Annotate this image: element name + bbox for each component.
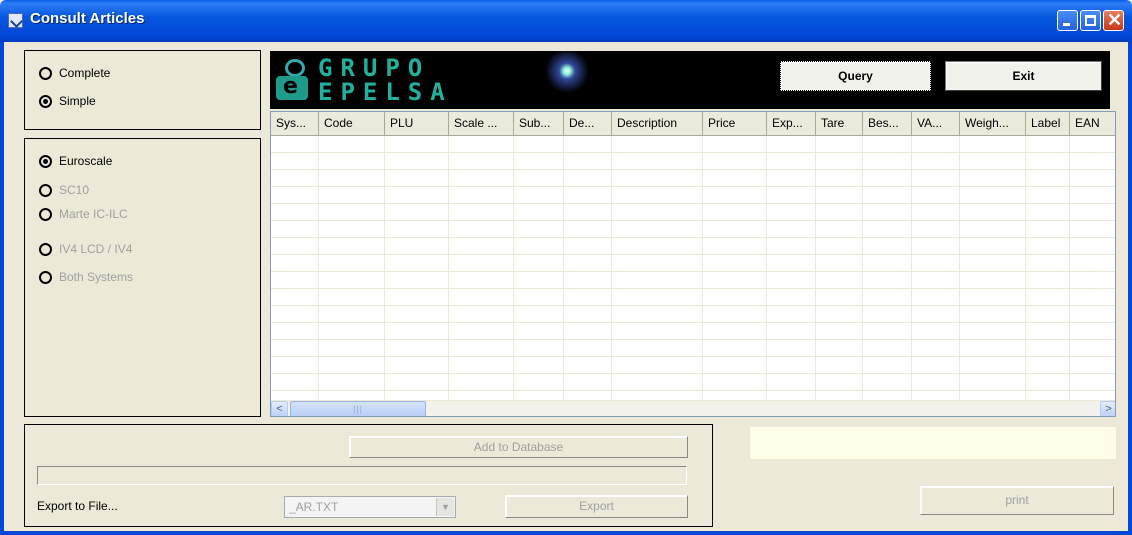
column-header[interactable]: De... [564, 112, 612, 135]
radio-sc10[interactable]: SC10 [39, 182, 89, 198]
add-to-database-button[interactable]: Add to Database [349, 436, 688, 458]
column-header[interactable]: Tare [816, 112, 863, 135]
scroll-left-icon[interactable]: < [271, 401, 288, 416]
export-file-value: _AR.TXT [289, 500, 339, 514]
close-button[interactable]: ✕ [1103, 10, 1124, 31]
export-progress-bar [37, 466, 687, 485]
app-icon[interactable] [8, 13, 23, 28]
articles-grid[interactable]: Sys... Code PLU Scale ... Sub... De... Descrip… [270, 111, 1116, 417]
grid-header: Sys... Code PLU Scale ... Sub... De... Descrip… [271, 112, 1115, 136]
radio-marte-indicator [39, 207, 52, 221]
brand-logo-mark: e [276, 59, 312, 101]
radio-marte[interactable]: Marte IC-ILC [39, 206, 128, 222]
window-title: Consult Articles [30, 10, 145, 27]
column-header[interactable]: EAN [1070, 112, 1115, 135]
export-to-file-label: Export to File... [37, 499, 118, 513]
column-header[interactable]: Sub... [514, 112, 564, 135]
column-header[interactable]: Scale ... [449, 112, 514, 135]
grid-column-divider [513, 136, 514, 400]
radio-sc10-label: SC10 [59, 183, 90, 197]
grid-column-divider [702, 136, 703, 400]
maximize-icon [1085, 15, 1096, 26]
grid-column-divider [318, 136, 319, 400]
column-header[interactable]: Sys... [271, 112, 319, 135]
column-header[interactable]: Code [319, 112, 385, 135]
minimize-button[interactable] [1057, 10, 1078, 31]
scroll-thumb[interactable]: ||| [290, 401, 426, 416]
title-bar[interactable]: Consult Articles ✕ [0, 0, 1132, 42]
chevron-down-icon[interactable]: ▼ [436, 498, 454, 516]
column-header[interactable]: VA... [912, 112, 960, 135]
grid-column-divider [1025, 136, 1026, 400]
column-header[interactable]: Description [612, 112, 703, 135]
brand-line-2: EPELSA [318, 78, 453, 106]
radio-sc10-indicator [39, 183, 52, 197]
grid-column-divider [563, 136, 564, 400]
radio-iv4-label: IV4 LCD / IV4 [59, 242, 133, 256]
export-file-select[interactable]: _AR.TXT ▼ [284, 496, 456, 518]
radio-both-systems-label: Both Systems [59, 270, 134, 284]
radio-marte-label: Marte IC-ILC [59, 207, 128, 221]
column-header[interactable]: Price [703, 112, 767, 135]
column-header[interactable]: Bes... [863, 112, 912, 135]
radio-iv4-indicator [39, 242, 52, 256]
grid-body[interactable] [271, 136, 1116, 400]
status-panel [750, 427, 1116, 459]
mode-group: Complete Simple [24, 50, 261, 130]
grid-column-divider [959, 136, 960, 400]
horizontal-scrollbar[interactable]: < ||| > [271, 400, 1115, 416]
radio-complete-indicator [39, 66, 52, 80]
exit-button[interactable]: Exit [945, 61, 1102, 91]
radio-euroscale[interactable]: Euroscale [39, 153, 112, 169]
grid-column-divider [611, 136, 612, 400]
radio-simple-indicator [39, 94, 52, 108]
grid-column-divider [1069, 136, 1070, 400]
radio-complete-label: Complete [59, 66, 111, 80]
query-button[interactable]: Query [779, 60, 932, 92]
radio-complete[interactable]: Complete [39, 65, 110, 81]
grid-column-divider [384, 136, 385, 400]
radio-iv4[interactable]: IV4 LCD / IV4 [39, 241, 132, 257]
column-header[interactable]: Weigh... [960, 112, 1026, 135]
system-group: Euroscale SC10 Marte IC-ILC IV4 LCD / IV… [24, 138, 261, 417]
maximize-button[interactable] [1080, 10, 1101, 31]
grid-column-divider [862, 136, 863, 400]
column-header[interactable]: Exp... [767, 112, 816, 135]
radio-simple[interactable]: Simple [39, 93, 96, 109]
radio-euroscale-indicator [39, 154, 52, 168]
grid-column-divider [766, 136, 767, 400]
close-icon: ✕ [1106, 10, 1123, 30]
grid-column-divider [448, 136, 449, 400]
radio-both-systems[interactable]: Both Systems [39, 269, 133, 285]
minimize-icon [1063, 23, 1070, 26]
grid-column-divider [815, 136, 816, 400]
grid-column-divider [911, 136, 912, 400]
grid-column-divider [1115, 136, 1116, 400]
print-button[interactable]: print [920, 486, 1114, 515]
export-button[interactable]: Export [505, 495, 688, 518]
radio-euroscale-label: Euroscale [59, 154, 113, 168]
column-header[interactable]: Label [1026, 112, 1070, 135]
column-header[interactable]: PLU [385, 112, 449, 135]
radio-both-systems-indicator [39, 270, 52, 284]
radio-simple-label: Simple [59, 94, 96, 108]
scroll-right-icon[interactable]: > [1100, 401, 1115, 416]
